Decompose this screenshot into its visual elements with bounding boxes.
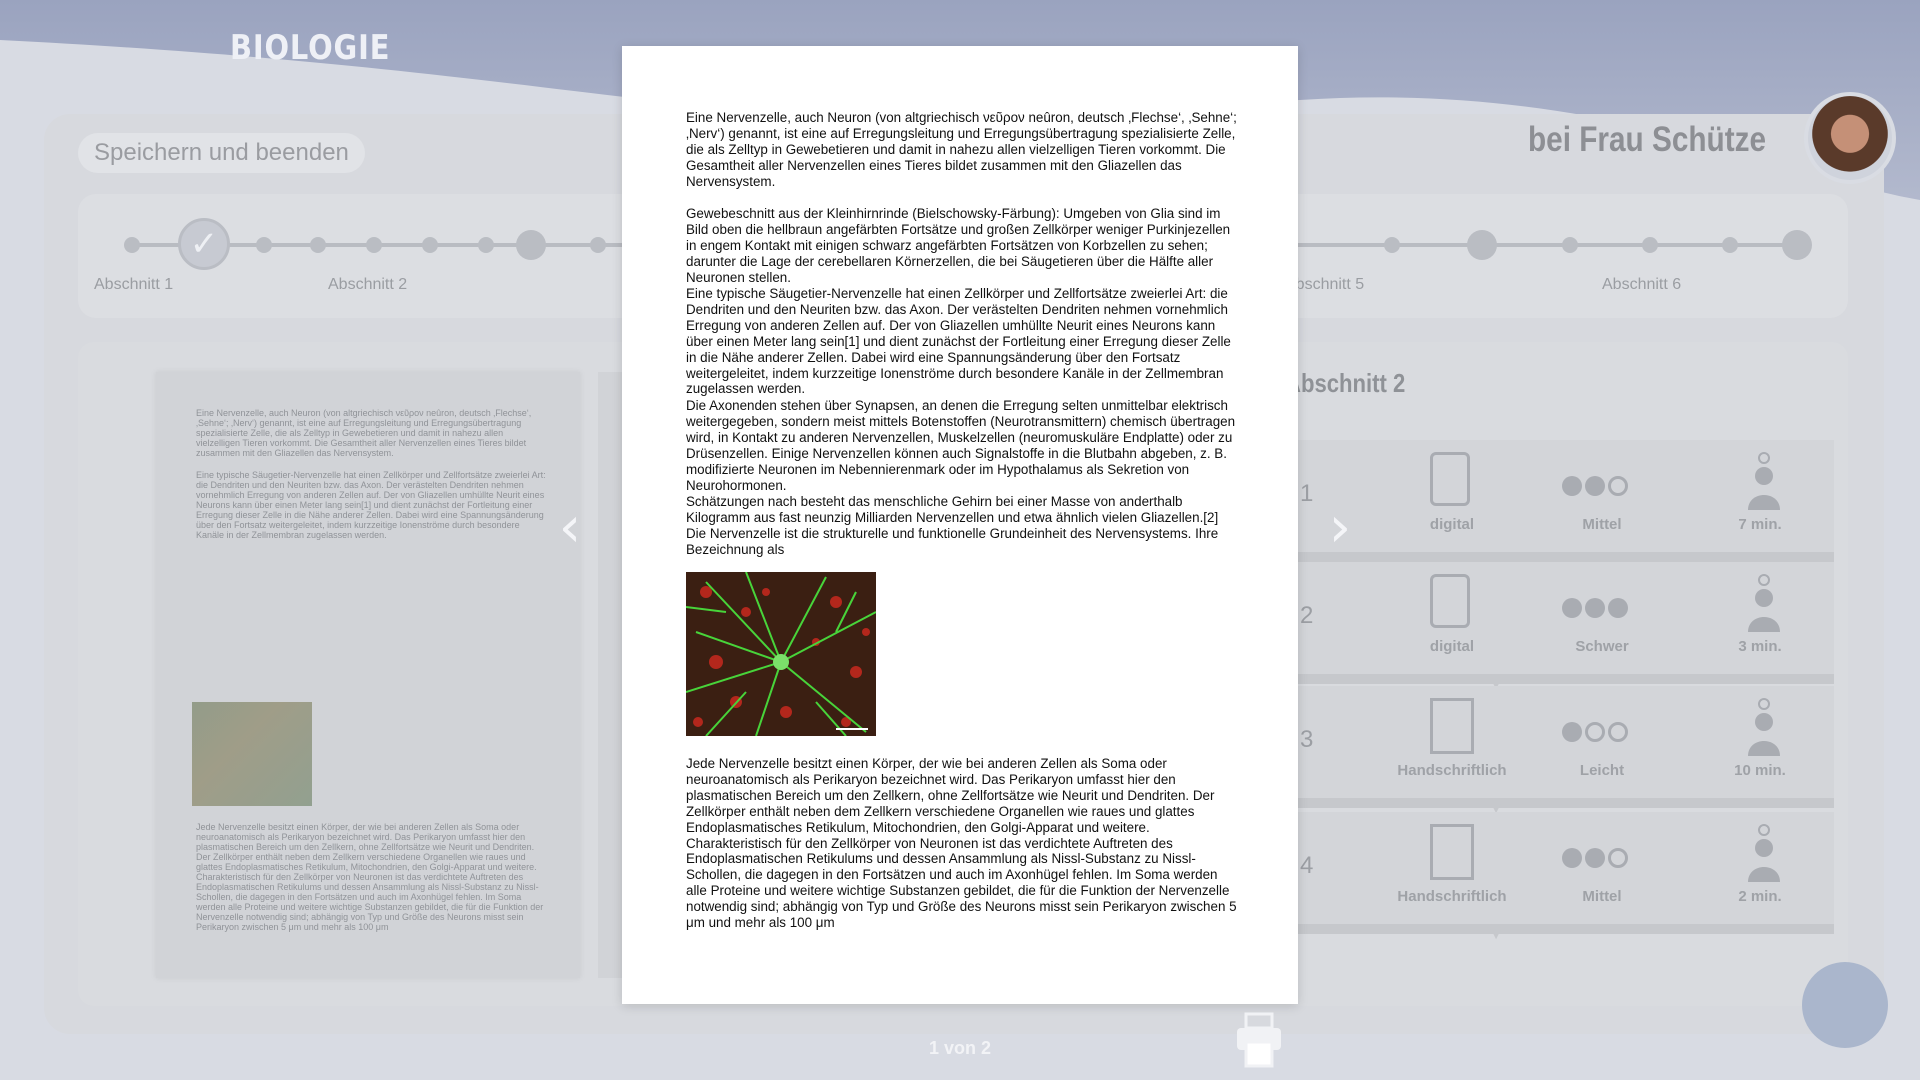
document-paragraph: Eine Nervenzelle, auch Neuron (von altgr…: [686, 110, 1237, 189]
progress-section-dot[interactable]: [516, 230, 546, 260]
progress-section-dot[interactable]: [1467, 230, 1497, 260]
task-time: 2 min.: [1738, 888, 1782, 905]
progress-dot[interactable]: [1562, 237, 1578, 253]
task-difficulty: Mittel: [1582, 888, 1622, 905]
task-number: 2: [1300, 602, 1314, 629]
task-difficulty: Schwer: [1575, 638, 1629, 655]
printer-icon[interactable]: [1234, 1012, 1284, 1068]
difficulty-dots: [1562, 598, 1638, 622]
tablet-icon: [1430, 452, 1470, 506]
difficulty-dots: [1562, 848, 1638, 872]
progress-dot[interactable]: [1642, 237, 1658, 253]
thumbnail-text: Eine Nervenzelle, auch Neuron (von altgr…: [196, 408, 532, 458]
document-paragraph: Jede Nervenzelle besitzt einen Körper, d…: [686, 756, 1237, 931]
task-type: digital: [1429, 516, 1475, 533]
progress-section-dot[interactable]: [1782, 230, 1812, 260]
chevron-down-icon[interactable]: ▼: [1484, 926, 1508, 943]
save-and-exit-button[interactable]: Speichern und beenden: [78, 133, 365, 173]
person-timer-icon: [1748, 824, 1780, 882]
neuron-micrograph: [686, 572, 876, 736]
section-label: Abschnitt 1: [94, 276, 174, 293]
task-time: 10 min.: [1734, 762, 1786, 779]
tablet-icon: [1430, 574, 1470, 628]
task-time: 3 min.: [1738, 638, 1782, 655]
row-separator: [1296, 924, 1834, 934]
row-separator: [1296, 552, 1834, 562]
task-row[interactable]: 2 digital Schwer 3 min. ▼: [1296, 562, 1834, 693]
section-title: Abschnitt 2: [1285, 368, 1406, 398]
progress-dot[interactable]: [366, 237, 382, 253]
task-row[interactable]: 3 Handschriftlich Leicht 10 min. ▼: [1296, 686, 1834, 817]
teacher-name: bei Frau Schütze: [1527, 120, 1766, 159]
task-number: 1: [1300, 480, 1314, 507]
document-page: Eine Nervenzelle, auch Neuron (von altgr…: [622, 46, 1298, 1004]
progress-check-icon[interactable]: ✓: [178, 218, 230, 270]
handwriting-icon: [1430, 698, 1474, 754]
neuron-image: [686, 572, 876, 736]
difficulty-dots: [1562, 722, 1638, 746]
handwriting-icon: [1430, 824, 1474, 880]
thumbnail-text: Jede Nervenzelle besitzt einen Körper, d…: [196, 822, 544, 932]
page-indicator: 1 von 2: [928, 1038, 992, 1058]
chat-button[interactable]: [1802, 962, 1888, 1048]
row-separator: [1296, 674, 1834, 684]
task-type: Handschriftlich: [1397, 888, 1507, 905]
progress-dot[interactable]: [256, 237, 272, 253]
document-paragraph: Schätzungen nach besteht das menschliche…: [686, 494, 1219, 525]
document-paragraph: Eine typische Säugetier-Nervenzelle hat …: [686, 286, 1231, 397]
task-row[interactable]: 4 Handschriftlich Mittel 2 min. ▼: [1296, 812, 1834, 943]
previous-page-arrow-icon[interactable]: ‹: [548, 500, 592, 560]
task-difficulty: Mittel: [1582, 516, 1622, 533]
task-time: 7 min.: [1738, 516, 1782, 533]
progress-dot[interactable]: [310, 237, 326, 253]
task-type: Handschriftlich: [1397, 762, 1507, 779]
thumbnail-text: Eine typische Säugetier-Nervenzelle hat …: [196, 470, 546, 540]
next-page-arrow-icon[interactable]: ›: [1318, 500, 1362, 560]
task-number: 4: [1300, 852, 1314, 879]
document-paragraph: Gewebeschnitt aus der Kleinhirnrinde (Bi…: [686, 206, 1231, 285]
document-paragraph: Die Nervenzelle ist die strukturelle und…: [686, 526, 1219, 557]
section-label: Abschnitt 6: [1602, 276, 1682, 293]
subject-title: BIOLOGIE: [230, 28, 391, 68]
thumbnail-image: [192, 702, 312, 806]
person-timer-icon: [1748, 452, 1780, 510]
progress-dot[interactable]: [1384, 237, 1400, 253]
progress-dot[interactable]: [124, 237, 140, 253]
progress-dot[interactable]: [478, 237, 494, 253]
progress-dot[interactable]: [1722, 237, 1738, 253]
person-timer-icon: [1748, 574, 1780, 632]
difficulty-dots: [1562, 476, 1638, 500]
task-difficulty: Leicht: [1579, 762, 1625, 779]
progress-dot[interactable]: [422, 237, 438, 253]
task-type: digital: [1429, 638, 1475, 655]
task-row[interactable]: 1 digital Mittel 7 min. ▼: [1296, 440, 1834, 571]
task-number: 3: [1300, 726, 1314, 753]
section-label: Abschnitt 2: [328, 276, 408, 293]
person-timer-icon: [1748, 698, 1780, 756]
document-thumbnail[interactable]: Eine Nervenzelle, auch Neuron (von altgr…: [156, 372, 580, 978]
document-paragraph: Die Axonenden stehen über Synapsen, an d…: [686, 398, 1236, 493]
teacher-avatar: [1804, 92, 1896, 184]
progress-dot[interactable]: [590, 237, 606, 253]
row-separator: [1296, 798, 1834, 808]
